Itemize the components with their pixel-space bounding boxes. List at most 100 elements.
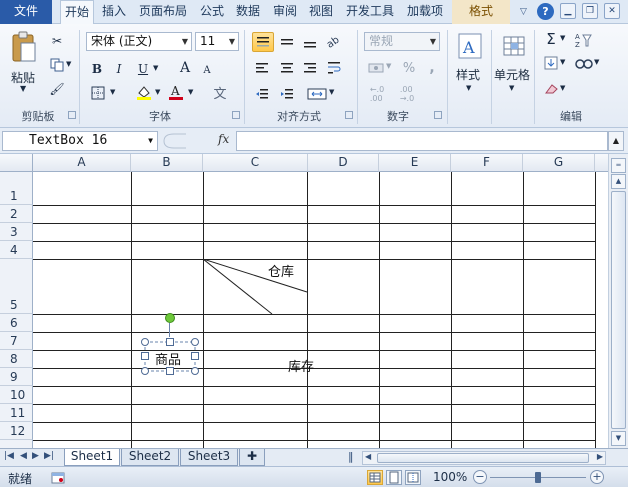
- italic-button[interactable]: I: [110, 60, 128, 78]
- decrease-decimal-icon[interactable]: .00 →.0: [396, 84, 418, 104]
- sheet-tab-sheet1[interactable]: Sheet1: [64, 449, 120, 466]
- resize-handle-left[interactable]: [141, 352, 149, 360]
- paste-icon[interactable]: [8, 30, 40, 66]
- column-header-b[interactable]: B: [131, 154, 203, 172]
- paste-dropdown-icon[interactable]: ▼: [20, 84, 26, 93]
- row-header-3[interactable]: 3: [0, 223, 33, 241]
- window-close-icon[interactable]: ✕: [604, 3, 620, 19]
- tab-split-handle-icon[interactable]: ‖: [348, 450, 354, 463]
- worksheet-grid[interactable]: A B C D E F G 1 2 3 4 5 6 7 8 9 10 11 12…: [0, 154, 608, 448]
- fill-icon[interactable]: [542, 54, 560, 72]
- row-header-4[interactable]: 4: [0, 241, 33, 259]
- align-center-icon[interactable]: [277, 58, 297, 78]
- tab-formulas[interactable]: 公式: [196, 0, 228, 24]
- row-header-10[interactable]: 10: [0, 386, 33, 404]
- column-header-g[interactable]: G: [523, 154, 595, 172]
- insert-function-icon[interactable]: fx: [218, 132, 229, 146]
- resize-handle-right[interactable]: [191, 352, 199, 360]
- vertical-scroll-thumb[interactable]: [611, 191, 626, 429]
- tab-addins[interactable]: 加载项: [403, 0, 447, 24]
- decrease-indent-icon[interactable]: [252, 84, 272, 104]
- border-dropdown-icon[interactable]: ▼: [110, 88, 115, 96]
- cells-icon[interactable]: [500, 30, 528, 62]
- border-icon[interactable]: [88, 84, 108, 102]
- formula-input[interactable]: [236, 131, 608, 151]
- styles-button[interactable]: 样式: [456, 66, 480, 83]
- row-header-8[interactable]: 8: [0, 350, 33, 368]
- resize-handle-top-left[interactable]: [141, 338, 149, 346]
- fill-color-dropdown-icon[interactable]: ▼: [155, 88, 160, 96]
- sort-filter-icon[interactable]: AZ: [574, 30, 594, 50]
- find-select-icon[interactable]: [574, 54, 594, 74]
- styles-icon[interactable]: A: [455, 30, 485, 62]
- column-header-d[interactable]: D: [308, 154, 379, 172]
- clipboard-launcher-icon[interactable]: [68, 111, 76, 119]
- row-header-9[interactable]: 9: [0, 368, 33, 386]
- tab-insert[interactable]: 插入: [98, 0, 130, 24]
- text-orientation-icon[interactable]: ab: [322, 30, 344, 52]
- scroll-left-icon[interactable]: ◀: [365, 452, 371, 461]
- clear-icon[interactable]: [542, 80, 560, 98]
- row-header-6[interactable]: 6: [0, 314, 33, 332]
- comma-button[interactable]: ,: [424, 58, 440, 78]
- underline-dropdown-icon[interactable]: ▼: [153, 64, 158, 72]
- shrink-font-button[interactable]: A: [199, 61, 215, 79]
- tab-review[interactable]: 审阅: [269, 0, 301, 24]
- resize-handle-bottom-right[interactable]: [191, 367, 199, 375]
- zoom-slider-thumb[interactable]: [535, 472, 541, 483]
- textbox-16[interactable]: 商品: [141, 313, 199, 375]
- sheet-tab-sheet2[interactable]: Sheet2: [121, 449, 179, 466]
- next-sheet-icon[interactable]: ▶: [32, 451, 39, 461]
- currency-dropdown-icon[interactable]: ▼: [386, 62, 391, 70]
- zoom-out-button[interactable]: −: [473, 470, 487, 484]
- percent-button[interactable]: %: [399, 58, 419, 78]
- last-sheet-icon[interactable]: ▶|: [44, 451, 54, 461]
- macro-record-icon[interactable]: [50, 470, 66, 485]
- font-color-icon[interactable]: A: [166, 82, 186, 102]
- phonetic-button[interactable]: 文: [209, 82, 231, 102]
- expand-formula-bar-icon[interactable]: ▲: [608, 131, 624, 151]
- font-size-select[interactable]: 11 ▼: [195, 32, 239, 51]
- wrap-text-icon[interactable]: [324, 58, 344, 78]
- scroll-down-icon[interactable]: ▼: [611, 431, 626, 446]
- merge-dropdown-icon[interactable]: ▼: [329, 88, 334, 96]
- resize-handle-bottom[interactable]: [166, 367, 174, 375]
- cells-button[interactable]: 单元格: [494, 66, 530, 83]
- styles-dropdown-icon[interactable]: ▼: [466, 84, 471, 92]
- zoom-in-button[interactable]: +: [590, 470, 604, 484]
- autosum-icon[interactable]: Σ: [542, 30, 560, 48]
- resize-handle-top-right[interactable]: [191, 338, 199, 346]
- bold-button[interactable]: B: [88, 60, 106, 78]
- resize-handle-top[interactable]: [166, 338, 174, 346]
- help-icon[interactable]: ?: [537, 3, 554, 20]
- tab-developer[interactable]: 开发工具: [341, 0, 399, 24]
- column-header-a[interactable]: A: [33, 154, 131, 172]
- name-box[interactable]: TextBox 16 ▼: [2, 131, 158, 151]
- align-right-icon[interactable]: [300, 58, 320, 78]
- underline-button[interactable]: U: [134, 60, 152, 78]
- font-name-select[interactable]: 宋体 (正文) ▼: [86, 32, 192, 51]
- clear-dropdown-icon[interactable]: ▼: [560, 84, 565, 92]
- increase-indent-icon[interactable]: [277, 84, 297, 104]
- window-minimize-icon[interactable]: ▁: [560, 3, 576, 19]
- increase-decimal-icon[interactable]: ←.0.00: [366, 84, 388, 104]
- align-bottom-icon[interactable]: [300, 32, 320, 52]
- grow-font-button[interactable]: A: [176, 58, 194, 78]
- column-header-c[interactable]: C: [203, 154, 308, 172]
- column-header-e[interactable]: E: [379, 154, 451, 172]
- row-header-1[interactable]: 1: [0, 172, 33, 205]
- font-color-dropdown-icon[interactable]: ▼: [188, 88, 193, 96]
- zoom-level[interactable]: 100%: [433, 470, 467, 484]
- rotation-handle[interactable]: [165, 313, 175, 323]
- tab-home[interactable]: 开始: [60, 0, 94, 25]
- tab-data[interactable]: 数据: [232, 0, 264, 24]
- minimize-ribbon-icon[interactable]: ▽: [520, 7, 527, 17]
- tab-file[interactable]: 文件: [0, 0, 52, 24]
- column-header-partial[interactable]: [595, 154, 608, 172]
- row-header-7[interactable]: 7: [0, 332, 33, 350]
- row-header-12[interactable]: 12: [0, 422, 33, 440]
- page-layout-view-icon[interactable]: [386, 470, 402, 485]
- find-dropdown-icon[interactable]: ▼: [594, 58, 599, 66]
- tab-view[interactable]: 视图: [305, 0, 337, 24]
- copy-dropdown-icon[interactable]: ▼: [66, 60, 71, 68]
